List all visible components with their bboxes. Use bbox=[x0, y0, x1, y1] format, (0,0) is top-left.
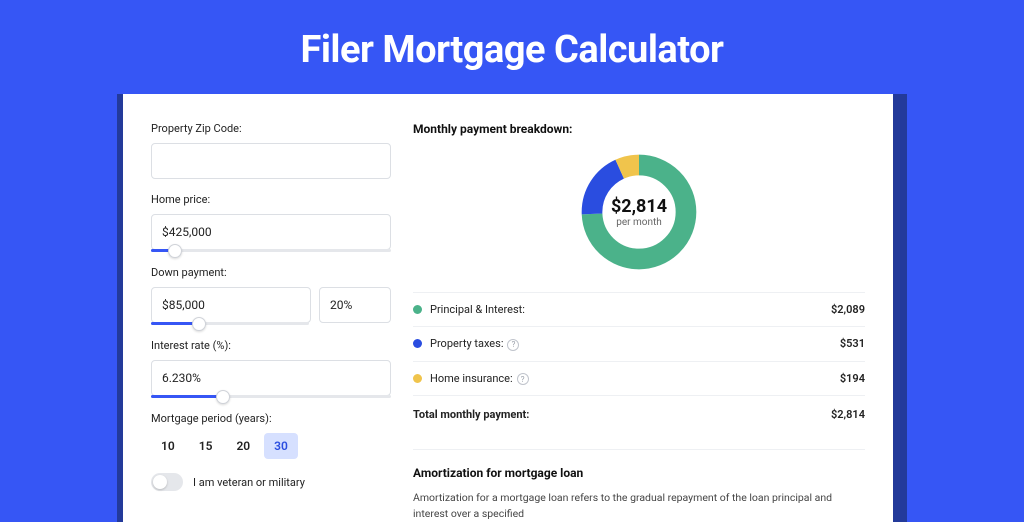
zip-group: Property Zip Code: bbox=[151, 122, 391, 179]
dot-icon bbox=[413, 339, 422, 348]
period-buttons: 10 15 20 30 bbox=[151, 433, 391, 459]
interest-input[interactable] bbox=[151, 360, 391, 396]
down-payment-slider-thumb[interactable] bbox=[192, 317, 206, 331]
legend-row-taxes: Property taxes:? $531 bbox=[413, 327, 865, 362]
period-30[interactable]: 30 bbox=[264, 433, 298, 459]
amortization-section: Amortization for mortgage loan Amortizat… bbox=[413, 449, 865, 522]
dot-icon bbox=[413, 305, 422, 314]
home-price-slider-thumb[interactable] bbox=[168, 244, 182, 258]
interest-label: Interest rate (%): bbox=[151, 339, 391, 352]
donut-center-sub: per month bbox=[616, 217, 662, 228]
legend-row-insurance: Home insurance:? $194 bbox=[413, 362, 865, 397]
calculator-frame: Property Zip Code: Home price: Down paym… bbox=[117, 94, 907, 522]
total-value: $2,814 bbox=[831, 408, 865, 421]
dot-icon bbox=[413, 374, 422, 383]
inputs-panel: Property Zip Code: Home price: Down paym… bbox=[151, 122, 391, 522]
legend-label: Principal & Interest: bbox=[430, 303, 831, 316]
period-10[interactable]: 10 bbox=[151, 433, 185, 459]
home-price-label: Home price: bbox=[151, 193, 391, 206]
donut-center-value: $2,814 bbox=[611, 196, 667, 217]
interest-slider-thumb[interactable] bbox=[216, 390, 230, 404]
down-payment-label: Down payment: bbox=[151, 266, 391, 279]
period-20[interactable]: 20 bbox=[226, 433, 260, 459]
zip-label: Property Zip Code: bbox=[151, 122, 391, 135]
info-icon[interactable]: ? bbox=[507, 339, 519, 351]
interest-group: Interest rate (%): bbox=[151, 339, 391, 398]
period-15[interactable]: 15 bbox=[189, 433, 223, 459]
legend-value: $531 bbox=[840, 337, 865, 350]
veteran-label: I am veteran or military bbox=[193, 476, 305, 489]
veteran-row: I am veteran or military bbox=[151, 473, 391, 491]
info-icon[interactable]: ? bbox=[517, 373, 529, 385]
legend-label: Property taxes:? bbox=[430, 337, 840, 351]
down-payment-pct-input[interactable] bbox=[319, 287, 391, 323]
amortization-body: Amortization for a mortgage loan refers … bbox=[413, 490, 865, 522]
page-title: Filer Mortgage Calculator bbox=[0, 0, 1024, 94]
down-payment-input[interactable] bbox=[151, 287, 311, 323]
legend-row-principal: Principal & Interest: $2,089 bbox=[413, 293, 865, 327]
total-label: Total monthly payment: bbox=[413, 408, 831, 421]
down-payment-group: Down payment: bbox=[151, 266, 391, 325]
payment-donut-chart: $2,814 per month bbox=[577, 150, 701, 274]
breakdown-legend: Principal & Interest: $2,089 Property ta… bbox=[413, 292, 865, 431]
legend-label: Home insurance:? bbox=[430, 372, 840, 386]
veteran-toggle[interactable] bbox=[151, 473, 183, 491]
period-group: Mortgage period (years): 10 15 20 30 bbox=[151, 412, 391, 459]
breakdown-title: Monthly payment breakdown: bbox=[413, 122, 865, 136]
down-payment-slider[interactable] bbox=[151, 322, 309, 325]
zip-input[interactable] bbox=[151, 143, 391, 179]
home-price-input[interactable] bbox=[151, 214, 391, 250]
results-panel: Monthly payment breakdown: $2,814 per mo… bbox=[413, 122, 865, 522]
legend-value: $194 bbox=[840, 372, 865, 385]
amortization-title: Amortization for mortgage loan bbox=[413, 466, 865, 480]
period-label: Mortgage period (years): bbox=[151, 412, 391, 425]
interest-slider[interactable] bbox=[151, 395, 391, 398]
calculator-card: Property Zip Code: Home price: Down paym… bbox=[123, 94, 893, 522]
legend-row-total: Total monthly payment: $2,814 bbox=[413, 396, 865, 431]
home-price-slider[interactable] bbox=[151, 249, 391, 252]
legend-value: $2,089 bbox=[831, 303, 865, 316]
home-price-group: Home price: bbox=[151, 193, 391, 252]
